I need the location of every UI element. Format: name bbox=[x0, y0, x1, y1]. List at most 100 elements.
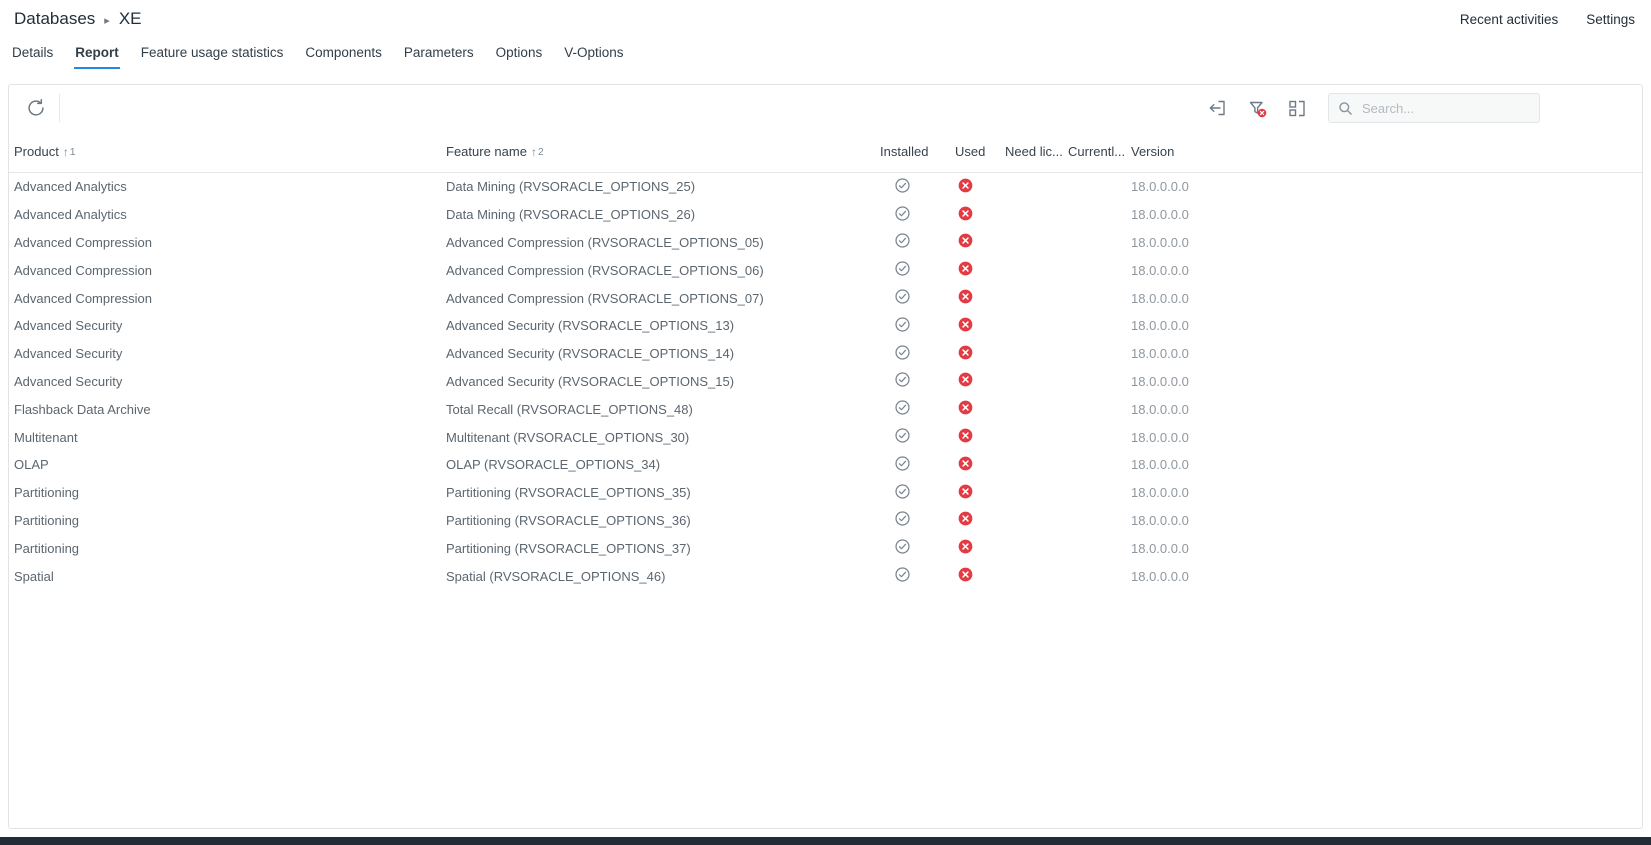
cell-used bbox=[955, 317, 1005, 335]
cell-installed bbox=[880, 178, 955, 196]
cell-product: Advanced Compression bbox=[9, 235, 446, 250]
clear-filter-button[interactable] bbox=[1240, 91, 1274, 125]
cell-installed bbox=[880, 511, 955, 529]
installed-check-icon bbox=[895, 317, 910, 332]
cell-feature-name: Partitioning (RVSORACLE_OPTIONS_36) bbox=[446, 513, 880, 528]
column-header-feature-name[interactable]: Feature name↑2 bbox=[446, 131, 880, 172]
not-used-cross-icon bbox=[958, 317, 973, 332]
table-row[interactable]: Advanced Security Advanced Security (RVS… bbox=[9, 312, 1642, 340]
cell-product: Partitioning bbox=[9, 485, 446, 500]
table-row[interactable]: Advanced Compression Advanced Compressio… bbox=[9, 256, 1642, 284]
cell-product: Spatial bbox=[9, 569, 446, 584]
header-links: Recent activities Settings bbox=[1460, 12, 1635, 27]
table-row[interactable]: Spatial Spatial (RVSORACLE_OPTIONS_46) 1… bbox=[9, 562, 1642, 590]
not-used-cross-icon bbox=[958, 511, 973, 526]
cell-used bbox=[955, 261, 1005, 279]
installed-check-icon bbox=[895, 484, 910, 499]
column-header-need-license[interactable]: Need lic... bbox=[1005, 131, 1068, 172]
cell-feature-name: Data Mining (RVSORACLE_OPTIONS_25) bbox=[446, 179, 880, 194]
table-row[interactable]: Advanced Compression Advanced Compressio… bbox=[9, 229, 1642, 257]
cell-version: 18.0.0.0.0 bbox=[1131, 457, 1642, 472]
tab-v-options[interactable]: V-Options bbox=[553, 35, 634, 69]
cell-feature-name: Advanced Security (RVSORACLE_OPTIONS_13) bbox=[446, 318, 880, 333]
cell-feature-name: Multitenant (RVSORACLE_OPTIONS_30) bbox=[446, 430, 880, 445]
column-header-currently[interactable]: Currentl... bbox=[1068, 131, 1131, 172]
settings-link[interactable]: Settings bbox=[1586, 12, 1635, 27]
not-used-cross-icon bbox=[958, 484, 973, 499]
breadcrumb-databases[interactable]: Databases bbox=[14, 9, 95, 29]
cell-version: 18.0.0.0.0 bbox=[1131, 263, 1642, 278]
cell-feature-name: Advanced Security (RVSORACLE_OPTIONS_14) bbox=[446, 346, 880, 361]
installed-check-icon bbox=[895, 261, 910, 276]
table-row[interactable]: Advanced Compression Advanced Compressio… bbox=[9, 284, 1642, 312]
not-used-cross-icon bbox=[958, 233, 973, 248]
table-row[interactable]: Partitioning Partitioning (RVSORACLE_OPT… bbox=[9, 534, 1642, 562]
cell-installed bbox=[880, 261, 955, 279]
column-header-used[interactable]: Used bbox=[955, 131, 1005, 172]
search-input[interactable] bbox=[1360, 100, 1530, 117]
cell-feature-name: Spatial (RVSORACLE_OPTIONS_46) bbox=[446, 569, 880, 584]
installed-check-icon bbox=[895, 372, 910, 387]
installed-check-icon bbox=[895, 233, 910, 248]
cell-installed bbox=[880, 345, 955, 363]
table-row[interactable]: OLAP OLAP (RVSORACLE_OPTIONS_34) 18.0.0.… bbox=[9, 451, 1642, 479]
cell-version: 18.0.0.0.0 bbox=[1131, 541, 1642, 556]
cell-product: Advanced Security bbox=[9, 346, 446, 361]
cell-used bbox=[955, 233, 1005, 251]
tab-details[interactable]: Details bbox=[1, 35, 64, 69]
refresh-button[interactable] bbox=[19, 91, 53, 125]
table-row[interactable]: Multitenant Multitenant (RVSORACLE_OPTIO… bbox=[9, 423, 1642, 451]
cell-used bbox=[955, 206, 1005, 224]
installed-check-icon bbox=[895, 456, 910, 471]
column-header-installed[interactable]: Installed bbox=[880, 131, 955, 172]
cell-feature-name: Partitioning (RVSORACLE_OPTIONS_37) bbox=[446, 541, 880, 556]
table-row[interactable]: Flashback Data Archive Total Recall (RVS… bbox=[9, 395, 1642, 423]
not-used-cross-icon bbox=[958, 261, 973, 276]
breadcrumb-current-database: XE bbox=[119, 9, 142, 29]
clear-filter-icon bbox=[1247, 98, 1268, 119]
column-header-product[interactable]: Product↑1 bbox=[9, 131, 446, 172]
tab-options[interactable]: Options bbox=[485, 35, 554, 69]
cell-installed bbox=[880, 317, 955, 335]
cell-product: Partitioning bbox=[9, 541, 446, 556]
cell-installed bbox=[880, 289, 955, 307]
sort-order-badge: 1 bbox=[70, 147, 76, 158]
cell-version: 18.0.0.0.0 bbox=[1131, 569, 1642, 584]
report-grid-card: Product↑1 Feature name↑2 Installed Used … bbox=[8, 84, 1643, 829]
not-used-cross-icon bbox=[958, 178, 973, 193]
column-chooser-button[interactable] bbox=[1280, 91, 1314, 125]
export-button[interactable] bbox=[1200, 91, 1234, 125]
cell-product: Multitenant bbox=[9, 430, 446, 445]
cell-installed bbox=[880, 428, 955, 446]
not-used-cross-icon bbox=[958, 567, 973, 582]
cell-installed bbox=[880, 539, 955, 557]
tab-report[interactable]: Report bbox=[64, 35, 130, 69]
search-icon bbox=[1338, 101, 1353, 116]
cell-version: 18.0.0.0.0 bbox=[1131, 207, 1642, 222]
cell-feature-name: Advanced Compression (RVSORACLE_OPTIONS_… bbox=[446, 291, 880, 306]
cell-used bbox=[955, 372, 1005, 390]
cell-version: 18.0.0.0.0 bbox=[1131, 402, 1642, 417]
cell-feature-name: Advanced Compression (RVSORACLE_OPTIONS_… bbox=[446, 263, 880, 278]
cell-installed bbox=[880, 567, 955, 585]
table-row[interactable]: Advanced Security Advanced Security (RVS… bbox=[9, 368, 1642, 396]
cell-version: 18.0.0.0.0 bbox=[1131, 346, 1642, 361]
cell-feature-name: Total Recall (RVSORACLE_OPTIONS_48) bbox=[446, 402, 880, 417]
cell-used bbox=[955, 456, 1005, 474]
bottom-bar bbox=[0, 837, 1651, 845]
table-row[interactable]: Partitioning Partitioning (RVSORACLE_OPT… bbox=[9, 507, 1642, 535]
tab-parameters[interactable]: Parameters bbox=[393, 35, 485, 69]
table-row[interactable]: Advanced Analytics Data Mining (RVSORACL… bbox=[9, 173, 1642, 201]
table-row[interactable]: Advanced Analytics Data Mining (RVSORACL… bbox=[9, 201, 1642, 229]
cell-version: 18.0.0.0.0 bbox=[1131, 374, 1642, 389]
tab-feature-usage-statistics[interactable]: Feature usage statistics bbox=[130, 35, 295, 69]
not-used-cross-icon bbox=[958, 289, 973, 304]
table-row[interactable]: Partitioning Partitioning (RVSORACLE_OPT… bbox=[9, 479, 1642, 507]
installed-check-icon bbox=[895, 345, 910, 360]
cell-version: 18.0.0.0.0 bbox=[1131, 430, 1642, 445]
column-chooser-icon bbox=[1287, 98, 1307, 118]
table-row[interactable]: Advanced Security Advanced Security (RVS… bbox=[9, 340, 1642, 368]
recent-activities-link[interactable]: Recent activities bbox=[1460, 12, 1558, 27]
column-header-version[interactable]: Version bbox=[1131, 131, 1642, 172]
tab-components[interactable]: Components bbox=[294, 35, 393, 69]
